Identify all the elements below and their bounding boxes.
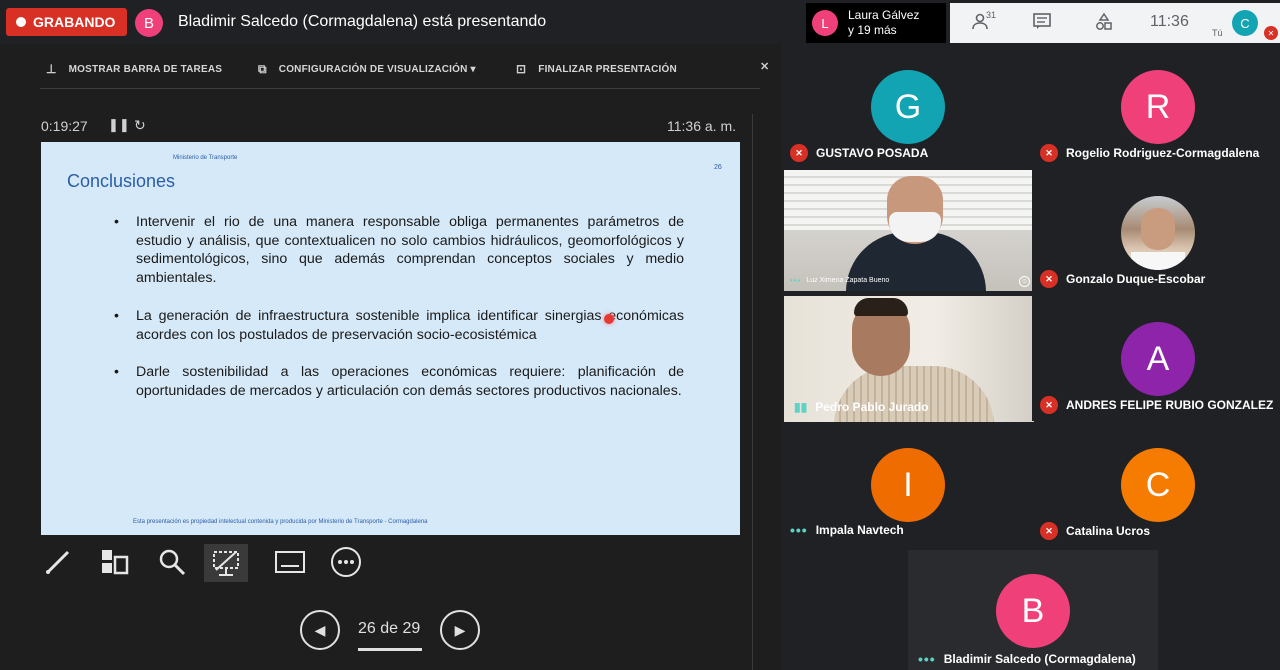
presenter-toolbar: ⊥ MOSTRAR BARRA DE TAREAS ⧉ CONFIGURACIÓ… [0,58,782,80]
face-mask [889,212,941,242]
participant-name: ANDRES FELIPE RUBIO GONZALEZ [1066,398,1274,412]
participant-avatar: R [1121,70,1195,144]
next-slide-button[interactable]: ▶ [440,610,480,650]
toolbar-divider [40,88,760,89]
pane-divider [752,114,753,670]
chat-icon[interactable] [1033,13,1051,35]
slide-title: Conclusiones [67,171,176,191]
slide-bullet: La generación de infraestructura sosteni… [114,307,684,344]
recording-dot-icon [16,17,26,27]
pin-icon[interactable]: ⊙ [1019,276,1030,287]
participant-avatar: A [1121,322,1195,396]
participant-tile[interactable]: I ••• Impala Navtech [782,422,1032,547]
participant-avatar: B [996,574,1070,648]
activities-icon[interactable] [1095,12,1113,36]
collapse-icon[interactable]: ✕ [760,60,769,73]
participant-name: Bladimir Salcedo (Cormagdalena) [943,652,1136,666]
mic-off-icon: ✕ [1264,26,1278,40]
participant-name: Pedro Pablo Jurado [815,400,929,414]
speaking-icon: ••• [790,522,808,538]
recording-label: GRABANDO [33,14,116,30]
notification-line1: Laura Gálvez [848,8,920,22]
display-settings-label: CONFIGURACIÓN DE VISUALIZACIÓN ▾ [278,64,476,75]
participant-name: Luz Ximena Zapata Bueno [806,277,890,284]
slide-org: Ministerio de Transporte [173,155,238,161]
self-avatar[interactable]: C [1232,10,1258,36]
speaking-icon: ••• [918,651,936,667]
participant-video-tile[interactable]: ••• Luz Ximena Zapata Bueno ⊙ [784,170,1034,291]
page-progress-bar [358,648,422,651]
participant-avatar: G [871,70,945,144]
speaking-icon: ▮▮ [794,400,808,414]
current-slide: Ministerio de Transporte 26 Conclusiones… [41,142,740,535]
self-label: Tú [1212,28,1223,38]
end-presentation-icon: ⊡ [516,62,527,76]
participant-photo-avatar [1121,196,1195,270]
presenter-avatar: B [135,9,163,37]
participant-avatar: I [871,448,945,522]
participant-name: Rogelio Rodriguez-Cormagdalena [1066,146,1260,160]
participant-tile[interactable]: B ••• Bladimir Salcedo (Cormagdalena) [908,550,1158,670]
meet-window: GRABANDO B Bladimir Salcedo (Cormagdalen… [0,0,1280,670]
meeting-clock: 11:36 [1150,13,1189,30]
pen-icon[interactable] [40,544,76,580]
subtitles-icon[interactable] [272,544,308,580]
top-bar: GRABANDO B Bladimir Salcedo (Cormagdalen… [0,0,1280,44]
person-hair [854,298,908,316]
notification-avatar: L [812,10,838,36]
participant-tile[interactable]: ✕ Gonzalo Duque-Escobar [1032,170,1280,295]
elapsed-timer: 0:19:27 [41,118,88,134]
mic-off-icon: ✕ [790,144,808,162]
mic-off-icon: ✕ [1040,522,1058,540]
recording-badge[interactable]: GRABANDO [6,8,128,36]
slide-number: 26 [714,164,722,171]
page-indicator: 26 de 29 [358,620,421,637]
reset-timer-icon[interactable]: ↻ [134,117,146,134]
slide-bullet: Intervenir el rio de una manera responsa… [114,213,684,287]
laser-pointer-icon [604,314,614,324]
slide-bullet: Darle sostenibilidad a las operaciones e… [114,363,684,400]
mic-off-icon: ✕ [1040,396,1058,414]
top-right-controls [950,3,1280,43]
presenter-view: ⊥ MOSTRAR BARRA DE TAREAS ⧉ CONFIGURACIÓ… [0,44,782,670]
presenter-status: Bladimir Salcedo (Cormagdalena) está pre… [178,13,547,30]
participant-name: Gonzalo Duque-Escobar [1066,272,1206,286]
participant-tile[interactable]: R ✕ Rogelio Rodriguez-Cormagdalena [1032,44,1280,169]
previous-slide-button[interactable]: ◀ [300,610,340,650]
taskbar-icon: ⊥ [46,62,57,76]
participant-name: Impala Navtech [815,523,904,537]
slide-clock: 11:36 a. m. [667,118,737,134]
mic-off-icon: ✕ [1040,270,1058,288]
black-screen-icon[interactable] [204,544,248,582]
participant-avatar: C [1121,448,1195,522]
zoom-icon[interactable] [154,544,190,580]
notification-line2: y 19 más [848,23,897,37]
display-settings-button[interactable]: ⧉ CONFIGURACIÓN DE VISUALIZACIÓN ▾ [258,62,476,77]
participant-name: Catalina Ucros [1066,524,1151,538]
show-taskbar-label: MOSTRAR BARRA DE TAREAS [68,63,223,75]
participant-tile[interactable]: G ✕ GUSTAVO POSADA [782,44,1032,169]
participants-count: 31 [986,10,997,20]
participant-tile[interactable]: A ✕ ANDRES FELIPE RUBIO GONZALEZ [1032,296,1280,421]
speaking-icon: ••• [790,276,802,285]
participant-name: GUSTAVO POSADA [816,146,929,160]
display-settings-icon: ⧉ [258,62,267,76]
more-options-icon[interactable] [328,544,364,580]
show-taskbar-button[interactable]: ⊥ MOSTRAR BARRA DE TAREAS [46,62,222,76]
mic-off-icon: ✕ [1040,144,1058,162]
pause-icon[interactable]: ❚❚ [108,117,130,133]
end-presentation-label: FINALIZAR PRESENTACIÓN [538,63,677,75]
slide-footer: Esta presentación es propiedad intelectu… [133,519,428,525]
see-all-slides-icon[interactable] [96,544,132,580]
participant-notification[interactable]: L Laura Gálvez y 19 más [806,3,946,43]
end-presentation-button[interactable]: ⊡ FINALIZAR PRESENTACIÓN [516,62,677,76]
participant-video-tile[interactable]: ▮▮ Pedro Pablo Jurado [784,296,1034,422]
participant-tile[interactable]: C ✕ Catalina Ucros [1032,422,1280,547]
